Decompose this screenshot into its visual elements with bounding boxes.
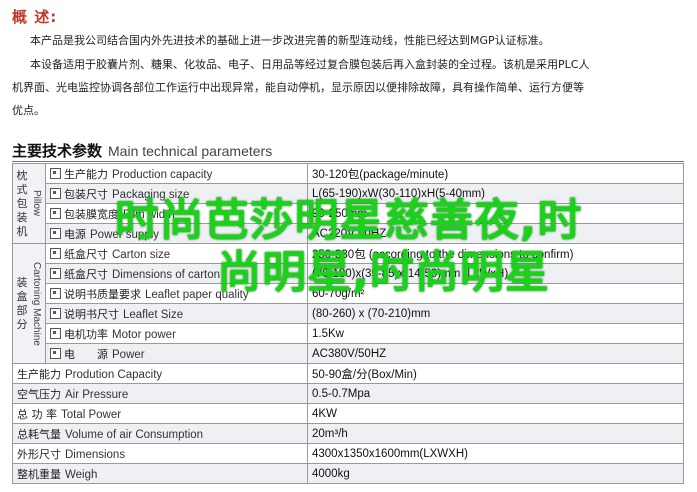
row-name-en: Leaflet Size [123, 308, 184, 321]
row-value: 0.5-0.7Mpa [307, 383, 684, 404]
row-name: 纸盒尺寸 Dimensions of carton [45, 263, 308, 284]
overview-paragraph-2-line-1: 本设备适用于胶囊片剂、糖果、化妆品、电子、日用品等经过复合膜包装后再入盒封装的全… [30, 58, 590, 71]
row-name: 说明书尺寸 Leaflet Size [45, 303, 308, 324]
row-name-en: Carton size [112, 248, 171, 261]
bullet-icon [50, 307, 61, 319]
row-value: 4KW [307, 403, 684, 424]
bullet-icon [50, 207, 61, 219]
bullet-icon [50, 347, 61, 359]
row-name: 说明书质量要求 Leaflet paper quality [45, 283, 308, 304]
row-name-cn: 包装膜宽度 [64, 207, 119, 221]
row-value: AC220V 50HZ [307, 223, 684, 244]
group-pillow-cn: 枕式包装机 [16, 168, 28, 238]
row-value: L(65-190)xW(30-110)xH(5-40mm) [307, 183, 684, 204]
row-name: 整机重量 Weigh [12, 463, 308, 484]
row-name-cn: 说明书尺寸 [64, 307, 119, 321]
specs-title-en: Main technical parameters [108, 143, 273, 159]
row-name-cn: 电源 [64, 227, 86, 241]
row-name-en: Leaflet paper quality [145, 288, 249, 301]
row-value: (70-180)x(35-85)x(14-50)mm (LxWxH) [307, 263, 684, 284]
row-name-en: Film width [123, 208, 175, 221]
specs-table: 枕式包装机 Pillow 生产能力 Production capacity 30-… [12, 163, 684, 484]
overview-paragraph-2-line-2: 机界面、光电监控协调各部位工作运行中出现异常，能自动停机，显示原因以便排除故障，… [12, 81, 584, 94]
group-cartoning-cn: 装盒部分 [16, 275, 28, 331]
row-name-en: Power [112, 348, 145, 361]
row-value: 30-120包(package/minute) [307, 163, 684, 184]
row-name-cn: 包装尺寸 [64, 187, 108, 201]
row-name: 电源 Power supply [45, 223, 308, 244]
row-name-en: Production capacity [112, 168, 213, 181]
row-name: 生产能力 Production capacity [45, 163, 308, 184]
bullet-icon [50, 327, 61, 339]
row-value: 4300x1350x1600mm(LXWXH) [307, 443, 684, 464]
row-name-en: Packaging size [112, 188, 190, 201]
row-name-en: Dimensions [65, 448, 126, 461]
row-name-cn: 纸盒尺寸 [64, 247, 108, 261]
row-name: 包装尺寸 Packaging size [45, 183, 308, 204]
bullet-icon [50, 267, 61, 279]
row-value: 60-70g/m² [307, 283, 684, 304]
row-value: 250-330包 (according to the dimensions to… [307, 243, 684, 264]
row-value: 90-250mm [307, 203, 684, 224]
row-name-cn: 空气压力 [17, 387, 61, 401]
specs-title-cn: 主要技术参数 [12, 142, 103, 160]
row-name-cn: 外形尺寸 [17, 447, 61, 461]
header-divider [12, 161, 684, 162]
overview-paragraph-1: 本产品是我公司结合国内外先进技术的基础上进一步改进完善的新型连动线，性能已经达到… [30, 34, 550, 47]
row-name: 电机功率 Motor power [45, 323, 308, 344]
specs-header: 主要技术参数 Main technical parameters [12, 140, 272, 161]
row-name-en: Motor power [112, 328, 176, 341]
row-name-en: Air Pressure [65, 388, 129, 401]
group-pillow: 枕式包装机 Pillow [12, 163, 46, 244]
bullet-icon [50, 247, 61, 259]
row-value: (80-260) x (70-210)mm [307, 303, 684, 324]
overview-paragraph-2-line-3: 优点。 [12, 104, 45, 117]
row-name-en: Volume of air Consumption [65, 428, 204, 441]
row-name: 总耗气量 Volume of air Consumption [12, 423, 308, 444]
row-name: 包装膜宽度 Film width [45, 203, 308, 224]
row-name-cn: 说明书质量要求 [64, 287, 141, 301]
group-cartoning-en: Cartoning Machine [31, 261, 42, 346]
row-name-cn: 生产能力 [64, 167, 108, 181]
row-name: 总 功 率 Total Power [12, 403, 308, 424]
bullet-icon [50, 227, 61, 239]
row-name-cn: 总 功 率 [17, 407, 57, 421]
bullet-icon [50, 287, 61, 299]
row-name-cn: 电机功率 [64, 327, 108, 341]
row-value: AC380V/50HZ [307, 343, 684, 364]
row-name-cn: 电 源 [64, 347, 108, 361]
row-name-en: Prodution Capacity [65, 368, 163, 381]
row-name-en: Power supply [90, 228, 160, 241]
group-pillow-en: Pillow [31, 190, 42, 217]
row-name: 电 源 Power [45, 343, 308, 364]
overview-title: 概 述: [12, 8, 58, 26]
row-name-en: Weigh [65, 468, 98, 481]
row-name-cn: 纸盒尺寸 [64, 267, 108, 281]
row-name: 生产能力 Prodution Capacity [12, 363, 308, 384]
row-value: 50-90盒/分(Box/Min) [307, 363, 684, 384]
row-value: 1.5Kw [307, 323, 684, 344]
bullet-icon [50, 167, 61, 179]
row-value: 4000kg [307, 463, 684, 484]
row-value: 20m³/h [307, 423, 684, 444]
row-name-en: Total Power [61, 408, 122, 421]
row-name-cn: 总耗气量 [17, 427, 61, 441]
group-cartoning: 装盒部分 Cartoning Machine [12, 243, 46, 364]
row-name-en: Dimensions of carton [112, 268, 221, 281]
row-name-cn: 生产能力 [17, 367, 61, 381]
row-name: 纸盒尺寸 Carton size [45, 243, 308, 264]
row-name: 空气压力 Air Pressure [12, 383, 308, 404]
row-name: 外形尺寸 Dimensions [12, 443, 308, 464]
row-name-cn: 整机重量 [17, 467, 61, 481]
bullet-icon [50, 187, 61, 199]
